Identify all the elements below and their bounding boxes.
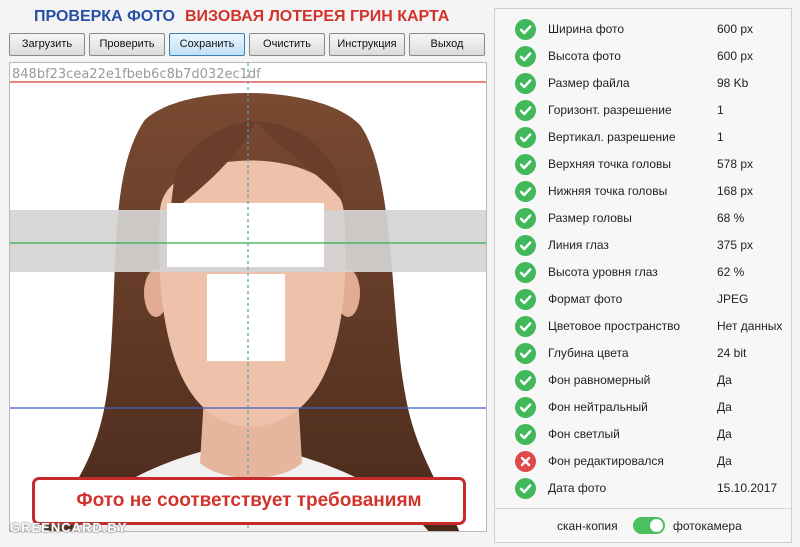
check-button[interactable]: Проверить: [89, 33, 165, 56]
check-label: Линия глаз: [548, 238, 609, 252]
check-value: 375 px: [717, 238, 754, 252]
check-value: 62 %: [717, 265, 745, 279]
check-value: 68 %: [717, 211, 745, 225]
check-row: Глубина цвета 24 bit: [495, 340, 793, 367]
check-ok-icon: [515, 19, 536, 40]
check-label: Горизонт. разрешение: [548, 103, 672, 117]
check-row: Ширина фото 600 px: [495, 16, 793, 43]
check-ok-icon: [515, 100, 536, 121]
check-results-panel: Ширина фото 600 px Высота фото 600 px Размер…: [494, 8, 792, 543]
check-row: Высота уровня глаз 62 %: [495, 259, 793, 286]
mouth-mask: [207, 274, 285, 361]
check-value: Да: [717, 427, 732, 441]
check-label: Фон редактировался: [548, 454, 664, 468]
check-label: Размер файла: [548, 76, 630, 90]
check-value: 600 px: [717, 49, 754, 63]
check-label: Глубина цвета: [548, 346, 629, 360]
check-value: Да: [717, 400, 732, 414]
check-ok-icon: [515, 154, 536, 175]
instruction-button[interactable]: Инструкция: [329, 33, 405, 56]
check-row: Верхняя точка головы 578 px: [495, 151, 793, 178]
clear-button[interactable]: Очистить: [249, 33, 325, 56]
camera-label: фотокамера: [673, 519, 742, 533]
check-ok-icon: [515, 370, 536, 391]
title-photo-check: ПРОВЕРКА ФОТО: [34, 8, 175, 25]
check-label: Ширина фото: [548, 22, 625, 36]
check-ok-icon: [515, 235, 536, 256]
check-row: Горизонт. разрешение 1: [495, 97, 793, 124]
check-label: Фон равномерный: [548, 373, 651, 387]
toolbar: Загрузить Проверить Сохранить Очистить И…: [9, 33, 487, 57]
check-label: Цветовое пространство: [548, 319, 681, 333]
check-label: Фон нейтральный: [548, 400, 648, 414]
check-row: Нижняя точка головы 168 px: [495, 178, 793, 205]
check-label: Вертикал. разрешение: [548, 130, 676, 144]
check-row: Фон нейтральный Да: [495, 394, 793, 421]
check-ok-icon: [515, 343, 536, 364]
scan-copy-label: скан-копия: [557, 519, 618, 533]
check-label: Высота фото: [548, 49, 621, 63]
load-button[interactable]: Загрузить: [9, 33, 85, 56]
app-title: ПРОВЕРКА ФОТО ВИЗОВАЯ ЛОТЕРЕЯ ГРИН КАРТА: [34, 8, 449, 30]
validation-alert: Фото не соответствует требованиям: [32, 477, 466, 525]
check-label: Размер головы: [548, 211, 632, 225]
check-ok-icon: [515, 397, 536, 418]
check-label: Верхняя точка головы: [548, 157, 672, 171]
check-value: 24 bit: [717, 346, 747, 360]
check-row: Размер файла 98 Kb: [495, 70, 793, 97]
check-value: Да: [717, 454, 732, 468]
exit-button[interactable]: Выход: [409, 33, 485, 56]
check-value: 600 px: [717, 22, 754, 36]
check-row: Размер головы 68 %: [495, 205, 793, 232]
eyes-mask: [167, 203, 324, 267]
photo-hash: 848bf23cea22e1fbeb6c8b7d032ec1df: [12, 67, 261, 82]
check-ok-icon: [515, 208, 536, 229]
check-value: 98 Kb: [717, 76, 749, 90]
check-ok-icon: [515, 181, 536, 202]
check-value: 578 px: [717, 157, 754, 171]
check-label: Высота уровня глаз: [548, 265, 658, 279]
toggle-knob: [650, 519, 663, 532]
check-row: Формат фото JPEG: [495, 286, 793, 313]
check-row: Цветовое пространство Нет данных: [495, 313, 793, 340]
check-ok-icon: [515, 46, 536, 67]
check-label: Дата фото: [548, 481, 607, 495]
check-label: Формат фото: [548, 292, 623, 306]
check-value: Да: [717, 373, 732, 387]
check-label: Фон светлый: [548, 427, 620, 441]
check-fail-icon: [515, 451, 536, 472]
check-row: Высота фото 600 px: [495, 43, 793, 70]
check-list: Ширина фото 600 px Высота фото 600 px Размер…: [495, 16, 793, 502]
check-row: Дата фото 15.10.2017: [495, 475, 793, 502]
portrait-photo: [10, 63, 486, 531]
check-row: Фон светлый Да: [495, 421, 793, 448]
save-button[interactable]: Сохранить: [169, 33, 245, 56]
check-value: JPEG: [717, 292, 749, 306]
check-ok-icon: [515, 73, 536, 94]
check-row: Фон редактировался Да: [495, 448, 793, 475]
mode-toggle-row: скан-копия фотокамера: [495, 509, 791, 542]
camera-mode-toggle[interactable]: [633, 517, 665, 534]
title-lottery: ВИЗОВАЯ ЛОТЕРЕЯ ГРИН КАРТА: [185, 8, 450, 25]
check-value: 168 px: [717, 184, 754, 198]
check-ok-icon: [515, 127, 536, 148]
check-value: 1: [717, 130, 724, 144]
check-row: Линия глаз 375 px: [495, 232, 793, 259]
check-row: Вертикал. разрешение 1: [495, 124, 793, 151]
check-value: 15.10.2017: [717, 481, 778, 495]
check-label: Нижняя точка головы: [548, 184, 668, 198]
check-value: 1: [717, 103, 724, 117]
check-value: Нет данных: [717, 319, 783, 333]
check-ok-icon: [515, 478, 536, 499]
photo-preview: 848bf23cea22e1fbeb6c8b7d032ec1df Фото не…: [9, 62, 487, 532]
check-row: Фон равномерный Да: [495, 367, 793, 394]
site-watermark: GREENCARD.BY: [10, 520, 128, 535]
check-ok-icon: [515, 424, 536, 445]
check-ok-icon: [515, 262, 536, 283]
check-ok-icon: [515, 316, 536, 337]
check-ok-icon: [515, 289, 536, 310]
